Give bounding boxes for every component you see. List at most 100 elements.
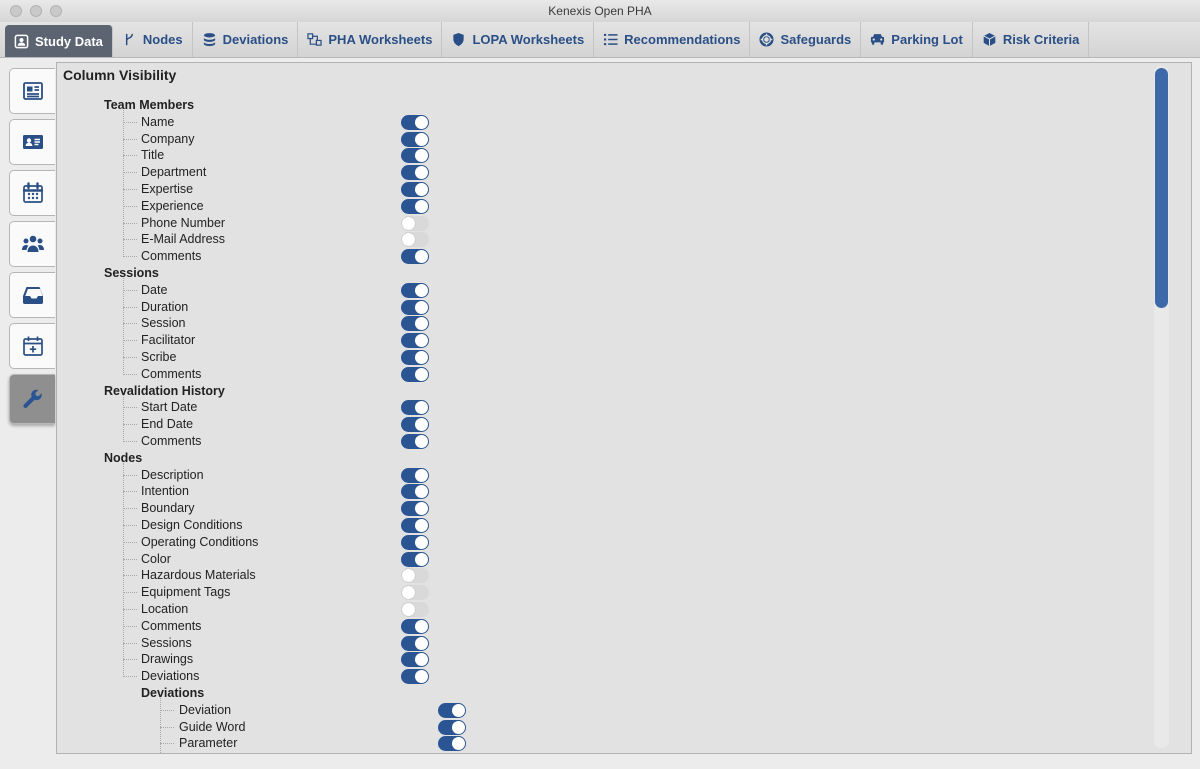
side-tab-inbox-tray[interactable]	[9, 272, 55, 318]
inbox-tray-icon	[21, 283, 45, 307]
visibility-toggle[interactable]	[401, 652, 429, 668]
tree-row: Sessions	[57, 635, 1137, 651]
vertical-scrollbar[interactable]	[1154, 66, 1169, 748]
tab-risk-criteria[interactable]: Risk Criteria	[973, 22, 1090, 57]
zoom-window-button[interactable]	[50, 5, 62, 17]
visibility-toggle[interactable]	[438, 753, 466, 754]
side-tab-team-users[interactable]	[9, 221, 55, 267]
scrollbar-thumb[interactable]	[1155, 68, 1168, 308]
visibility-toggle[interactable]	[401, 669, 429, 685]
visibility-toggle[interactable]	[401, 316, 429, 332]
tree-row: Phone Number	[57, 215, 1137, 231]
tree-vertical-line	[160, 697, 161, 753]
visibility-toggle[interactable]	[401, 534, 429, 550]
visibility-toggle[interactable]	[401, 585, 429, 601]
visibility-toggle[interactable]	[401, 434, 429, 449]
tree-row: Date	[57, 282, 1137, 298]
database-icon	[202, 32, 217, 47]
side-tab-calendar[interactable]	[9, 170, 55, 216]
tree-row: Drawings	[57, 651, 1137, 668]
tree-row: Comments	[57, 618, 1137, 634]
visibility-toggle[interactable]	[438, 719, 466, 735]
visibility-toggle[interactable]	[401, 635, 429, 651]
visibility-toggle[interactable]	[401, 518, 429, 533]
visibility-toggle[interactable]	[401, 417, 429, 433]
visibility-toggle[interactable]	[401, 400, 429, 416]
wrench-icon	[21, 387, 45, 411]
tree-row: Design Conditions	[57, 517, 1137, 533]
tab-label: Study Data	[35, 33, 103, 49]
visibility-toggle[interactable]	[438, 736, 466, 752]
toggle-knob	[402, 216, 415, 230]
visibility-toggle[interactable]	[401, 551, 429, 567]
tree-branch-line	[123, 205, 137, 207]
column-label: Drawings	[141, 652, 194, 667]
visibility-toggle[interactable]	[401, 282, 429, 298]
tab-label: LOPA Worksheets	[472, 32, 585, 47]
visibility-toggle[interactable]	[401, 501, 429, 517]
tab-label: Nodes	[142, 32, 183, 47]
column-label: Operating Conditions	[141, 534, 259, 549]
side-tab-wrench[interactable]	[9, 374, 55, 424]
tab-recommendations[interactable]: Recommendations	[594, 22, 751, 57]
visibility-toggle[interactable]	[401, 232, 429, 248]
visibility-toggle[interactable]	[401, 114, 429, 130]
column-label: Location	[141, 602, 189, 616]
tree-row: Department	[57, 164, 1137, 181]
column-label: Deviation	[179, 702, 232, 717]
tree-branch-line	[123, 306, 137, 308]
visibility-toggle[interactable]	[401, 215, 429, 231]
column-label: Description	[141, 467, 204, 482]
visibility-toggle[interactable]	[401, 484, 429, 500]
car-icon	[870, 32, 885, 47]
visibility-toggle[interactable]	[401, 366, 429, 382]
visibility-toggle[interactable]	[401, 333, 429, 349]
visibility-toggle[interactable]	[401, 182, 429, 197]
tree-row: Duration	[57, 299, 1137, 315]
visibility-toggle[interactable]	[401, 350, 429, 365]
visibility-toggle[interactable]	[401, 131, 429, 147]
tree-branch-line	[123, 642, 137, 644]
tree-row: Color	[57, 551, 1137, 567]
column-label: Date	[141, 282, 168, 297]
toggle-knob	[415, 435, 428, 448]
tab-label: Recommendations	[624, 32, 741, 47]
side-tab-calendar-plus[interactable]	[9, 323, 55, 369]
tab-parking-lot[interactable]: Parking Lot	[861, 22, 973, 57]
column-label: Boundary	[141, 501, 195, 516]
visibility-toggle[interactable]	[401, 165, 429, 181]
tree-row: Experience	[57, 198, 1137, 214]
side-tab-contact-card[interactable]	[9, 119, 55, 165]
title-bar: Kenexis Open PHA	[0, 0, 1200, 23]
tree-branch-line	[123, 256, 137, 258]
visibility-toggle[interactable]	[401, 467, 429, 483]
visibility-toggle[interactable]	[401, 568, 429, 584]
close-window-button[interactable]	[10, 5, 22, 17]
visibility-toggle[interactable]	[401, 198, 429, 214]
column-label: Department	[141, 165, 207, 180]
side-tab-newspaper[interactable]	[9, 68, 55, 114]
tab-study-data[interactable]: Study Data	[5, 25, 113, 57]
tree-row: Comments	[57, 248, 1137, 265]
minimize-window-button[interactable]	[30, 5, 42, 17]
tree-row: Facilitator	[57, 332, 1137, 349]
visibility-toggle[interactable]	[401, 602, 429, 617]
tab-deviations[interactable]: Deviations	[193, 22, 299, 57]
main-tab-bar: Study Data Nodes Deviations PHA Worksheets L…	[0, 22, 1200, 58]
tree-branch-line	[123, 189, 137, 190]
visibility-toggle[interactable]	[401, 618, 429, 634]
tree-row: Scribe	[57, 349, 1137, 365]
tab-lopa-worksheets[interactable]: LOPA Worksheets	[442, 22, 595, 57]
tab-pha-worksheets[interactable]: PHA Worksheets	[298, 22, 443, 57]
visibility-toggle[interactable]	[438, 702, 466, 718]
visibility-toggle[interactable]	[401, 249, 429, 265]
visibility-toggle[interactable]	[401, 299, 429, 315]
column-label: Sessions	[141, 635, 192, 650]
tab-safeguards[interactable]: Safeguards	[750, 22, 862, 57]
cube-icon	[982, 32, 997, 47]
tab-nodes[interactable]: Nodes	[113, 22, 193, 57]
tree-branch-line	[123, 625, 137, 627]
column-label: Design Intent	[179, 752, 253, 753]
visibility-toggle[interactable]	[401, 148, 429, 164]
column-label: Expertise	[141, 182, 194, 196]
